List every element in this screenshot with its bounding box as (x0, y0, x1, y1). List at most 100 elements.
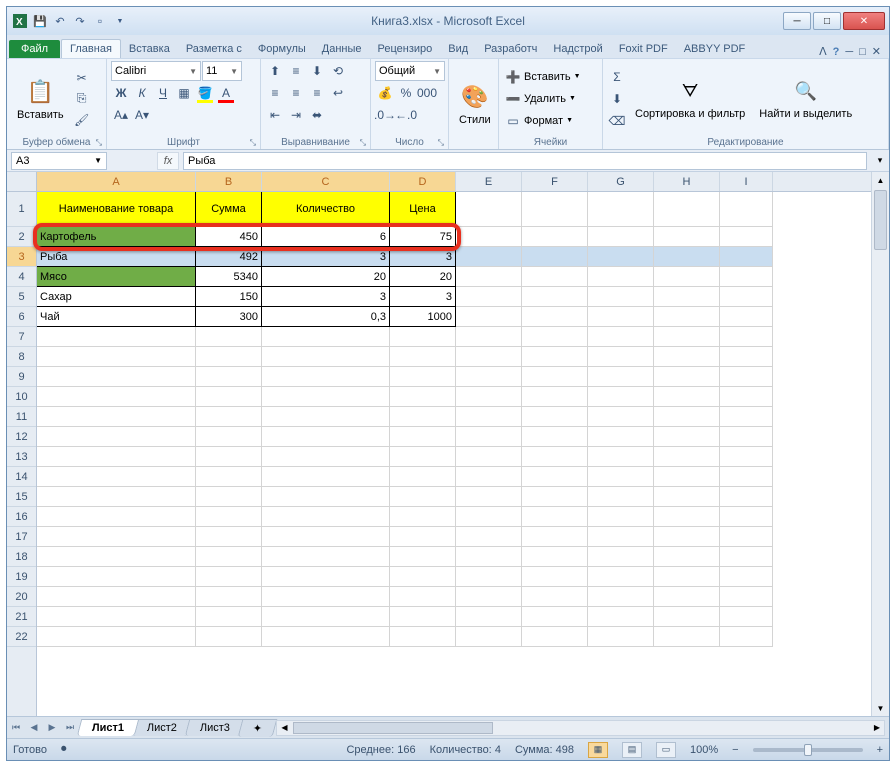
row-header-19[interactable]: 19 (7, 567, 36, 587)
align-left-icon[interactable]: ≡ (265, 83, 285, 103)
cell-D1[interactable]: Цена (390, 192, 456, 227)
font-name-combo[interactable]: Calibri▼ (111, 61, 201, 81)
cell-G2[interactable] (588, 227, 654, 247)
cell-F2[interactable] (522, 227, 588, 247)
cell-C7[interactable] (262, 327, 390, 347)
col-header-B[interactable]: B (196, 172, 262, 191)
row-header-21[interactable]: 21 (7, 607, 36, 627)
cell-H8[interactable] (654, 347, 720, 367)
cell-E17[interactable] (456, 527, 522, 547)
styles-button[interactable]: 🎨 Стили (453, 61, 497, 147)
align-top-icon[interactable]: ⬆ (265, 61, 285, 81)
cell-A17[interactable] (37, 527, 196, 547)
cell-H20[interactable] (654, 587, 720, 607)
tab-addins[interactable]: Надстрой (545, 40, 610, 58)
cell-C14[interactable] (262, 467, 390, 487)
delete-cells-button[interactable]: ➖Удалить▼ (503, 89, 598, 109)
indent-dec-icon[interactable]: ⇤ (265, 105, 285, 125)
cell-G9[interactable] (588, 367, 654, 387)
minimize-ribbon-icon[interactable]: ᐱ (819, 45, 827, 58)
font-dialog-icon[interactable]: ⤡ (250, 138, 256, 148)
cell-I2[interactable] (720, 227, 773, 247)
cell-F17[interactable] (522, 527, 588, 547)
cell-D2[interactable]: 75 (390, 227, 456, 247)
row-header-11[interactable]: 11 (7, 407, 36, 427)
cell-F10[interactable] (522, 387, 588, 407)
cell-D6[interactable]: 1000 (390, 307, 456, 327)
cell-A5[interactable]: Сахар (37, 287, 196, 307)
cell-G13[interactable] (588, 447, 654, 467)
cell-H5[interactable] (654, 287, 720, 307)
cell-G20[interactable] (588, 587, 654, 607)
cell-B10[interactable] (196, 387, 262, 407)
cell-C3[interactable]: 3 (262, 247, 390, 267)
cell-E9[interactable] (456, 367, 522, 387)
fx-button[interactable]: fx (157, 152, 179, 170)
cell-D19[interactable] (390, 567, 456, 587)
row-header-2[interactable]: 2 (7, 227, 36, 247)
cell-B14[interactable] (196, 467, 262, 487)
zoom-slider[interactable] (753, 748, 863, 752)
number-dialog-icon[interactable]: ⤡ (438, 138, 444, 148)
cell-B4[interactable]: 5340 (196, 267, 262, 287)
cell-B8[interactable] (196, 347, 262, 367)
cell-C10[interactable] (262, 387, 390, 407)
cell-A8[interactable] (37, 347, 196, 367)
find-select-button[interactable]: 🔍 Найти и выделить (753, 61, 858, 136)
cell-C1[interactable]: Количество (262, 192, 390, 227)
cell-C6[interactable]: 0,3 (262, 307, 390, 327)
currency-icon[interactable]: 💰 (375, 83, 395, 103)
cell-B21[interactable] (196, 607, 262, 627)
cell-B1[interactable]: Сумма (196, 192, 262, 227)
redo-icon[interactable]: ↷ (71, 12, 89, 30)
number-format-combo[interactable]: Общий▼ (375, 61, 445, 81)
cell-G6[interactable] (588, 307, 654, 327)
cell-G18[interactable] (588, 547, 654, 567)
sort-filter-button[interactable]: ᗊ Сортировка и фильтр (629, 61, 751, 136)
row-header-8[interactable]: 8 (7, 347, 36, 367)
cell-C19[interactable] (262, 567, 390, 587)
cell-G10[interactable] (588, 387, 654, 407)
cell-F16[interactable] (522, 507, 588, 527)
cell-B3[interactable]: 492 (196, 247, 262, 267)
col-header-C[interactable]: C (262, 172, 390, 191)
cell-C22[interactable] (262, 627, 390, 647)
cell-C9[interactable] (262, 367, 390, 387)
zoom-out-icon[interactable]: − (732, 744, 738, 756)
orientation-icon[interactable]: ⟲ (328, 61, 348, 81)
cell-F15[interactable] (522, 487, 588, 507)
cell-E3[interactable] (456, 247, 522, 267)
row-header-1[interactable]: 1 (7, 192, 36, 227)
cell-I12[interactable] (720, 427, 773, 447)
cell-A3[interactable]: Рыба (37, 247, 196, 267)
cell-C2[interactable]: 6 (262, 227, 390, 247)
cell-F19[interactable] (522, 567, 588, 587)
cell-E22[interactable] (456, 627, 522, 647)
cell-E19[interactable] (456, 567, 522, 587)
cell-E4[interactable] (456, 267, 522, 287)
cell-H16[interactable] (654, 507, 720, 527)
cell-C16[interactable] (262, 507, 390, 527)
shrink-font-icon[interactable]: A▾ (132, 105, 152, 125)
macro-record-icon[interactable]: ⏺ (61, 743, 67, 756)
doc-restore-icon[interactable]: □ (859, 46, 866, 58)
cell-B2[interactable]: 450 (196, 227, 262, 247)
cell-I16[interactable] (720, 507, 773, 527)
fill-icon[interactable]: ⬇ (607, 89, 627, 109)
name-box[interactable]: A3▼ (11, 152, 107, 170)
cell-B7[interactable] (196, 327, 262, 347)
cell-B11[interactable] (196, 407, 262, 427)
sheet-last-icon[interactable]: ⏭ (61, 719, 79, 737)
cell-G22[interactable] (588, 627, 654, 647)
cell-A11[interactable] (37, 407, 196, 427)
format-painter-icon[interactable]: 🖌 (72, 110, 92, 130)
row-header-6[interactable]: 6 (7, 307, 36, 327)
cell-G3[interactable] (588, 247, 654, 267)
cell-D15[interactable] (390, 487, 456, 507)
row-header-13[interactable]: 13 (7, 447, 36, 467)
undo-icon[interactable]: ↶ (51, 12, 69, 30)
cell-F14[interactable] (522, 467, 588, 487)
cell-G19[interactable] (588, 567, 654, 587)
cell-A15[interactable] (37, 487, 196, 507)
cell-I4[interactable] (720, 267, 773, 287)
